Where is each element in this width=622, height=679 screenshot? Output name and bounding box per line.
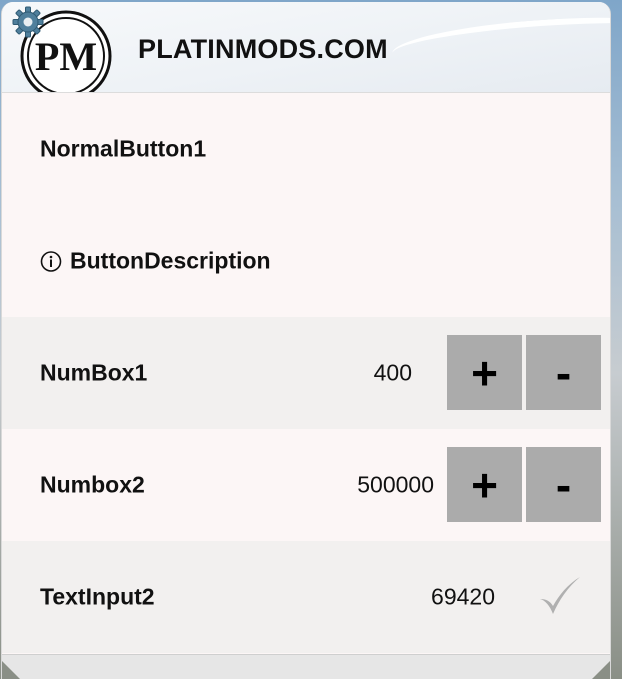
numbox2-label: Numbox2 [40,471,145,498]
header-swoosh [390,9,610,77]
normal-button-row[interactable]: NormalButton1 [2,93,610,205]
checkmark-icon[interactable] [536,573,582,619]
numbox1-decrement-button[interactable]: - [526,335,601,410]
numbox1-increment-button[interactable]: + [447,335,522,410]
numbox1-row: NumBox1 400 + - [2,317,610,429]
info-icon [40,250,62,272]
gear-icon[interactable] [12,6,44,38]
text-input-row: TextInput2 69420 [2,541,610,653]
numbox1-label: NumBox1 [40,359,148,386]
footer-corner-left [2,661,22,679]
description-row: ButtonDescription [2,205,610,317]
menu-footer [2,654,610,679]
numbox1-value: 400 [373,359,412,386]
logo-text: PM [35,34,97,79]
menu-title: PLATINMODS.COM [138,34,388,64]
menu-header: PM PLATINMODS.COM [2,2,610,93]
numbox2-increment-button[interactable]: + [447,447,522,522]
numbox2-value: 500000 [357,471,434,498]
text-input-label: TextInput2 [40,583,155,610]
numbox2-decrement-button[interactable]: - [526,447,601,522]
footer-corner-right [590,661,610,679]
numbox2-row: Numbox2 500000 + - [2,429,610,541]
normal-button-label[interactable]: NormalButton1 [40,136,206,163]
button-description: ButtonDescription [40,248,271,275]
description-label: ButtonDescription [70,247,271,274]
text-input-value[interactable]: 69420 [431,584,495,611]
mod-menu-panel: PM PLATINMODS.COM NormalButton1 ButtonDe… [1,2,611,679]
